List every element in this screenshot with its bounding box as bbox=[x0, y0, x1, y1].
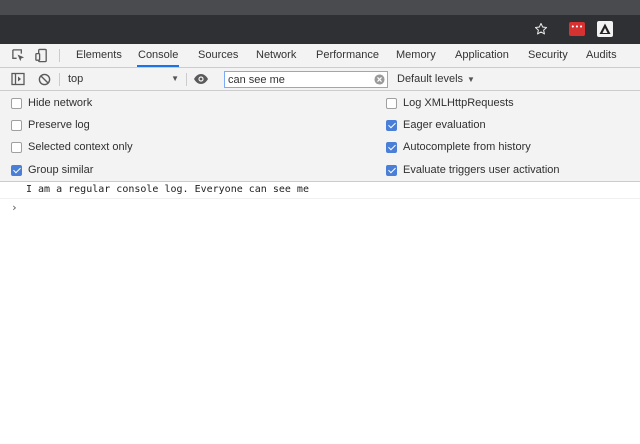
clear-filter-icon[interactable] bbox=[374, 74, 385, 85]
password-manager-icon[interactable]: ••• bbox=[568, 20, 586, 38]
setting-label: Group similar bbox=[28, 164, 94, 176]
tab-console[interactable]: Console bbox=[137, 44, 180, 67]
prompt-chevron-icon: › bbox=[11, 201, 18, 214]
setting-hide-network[interactable]: Hide network bbox=[11, 95, 92, 111]
preserve-log-checkbox[interactable] bbox=[11, 119, 22, 131]
tab-sources[interactable]: Sources bbox=[197, 44, 239, 67]
group-similar-checkbox[interactable] bbox=[11, 164, 22, 176]
console-prompt[interactable]: › bbox=[0, 200, 640, 217]
setting-label: Preserve log bbox=[28, 119, 90, 131]
triangle-logo-icon[interactable] bbox=[596, 20, 614, 38]
filter-input[interactable] bbox=[228, 72, 372, 87]
console-settings-panel: Hide network Preserve log Selected conte… bbox=[0, 91, 640, 182]
tab-memory[interactable]: Memory bbox=[395, 44, 437, 67]
eye-icon[interactable] bbox=[193, 71, 209, 87]
autocomplete-from-history-checkbox[interactable] bbox=[386, 141, 397, 153]
clear-console-icon[interactable] bbox=[36, 71, 52, 87]
devtools-tabbar: Elements Console Sources Network Perform… bbox=[0, 44, 640, 68]
setting-autocomplete-from-history[interactable]: Autocomplete from history bbox=[386, 139, 531, 155]
tab-network[interactable]: Network bbox=[255, 44, 297, 67]
log-xmlhttprequests-checkbox[interactable] bbox=[386, 97, 397, 109]
setting-evaluate-triggers-user-activation[interactable]: Evaluate triggers user activation bbox=[386, 162, 560, 178]
log-levels-select[interactable]: Default levels ▼ bbox=[397, 70, 475, 88]
extension-badge-text: ••• bbox=[570, 23, 584, 31]
log-levels-value: Default levels bbox=[397, 73, 464, 85]
selected-context-only-checkbox[interactable] bbox=[11, 141, 22, 153]
caret-down-icon: ▼ bbox=[171, 74, 179, 83]
toolbar-divider bbox=[186, 73, 187, 86]
setting-label: Evaluate triggers user activation bbox=[403, 164, 560, 176]
context-select-value: top bbox=[68, 73, 84, 85]
setting-label: Hide network bbox=[28, 97, 93, 109]
tab-application[interactable]: Application bbox=[454, 44, 510, 67]
inspect-element-icon[interactable] bbox=[10, 47, 26, 63]
caret-down-icon: ▼ bbox=[467, 75, 475, 84]
toolbar-divider bbox=[59, 73, 60, 86]
setting-group-similar[interactable]: Group similar bbox=[11, 162, 93, 178]
hide-network-checkbox[interactable] bbox=[11, 97, 22, 109]
tab-divider bbox=[59, 49, 60, 62]
star-icon[interactable] bbox=[532, 20, 550, 38]
browser-tab-strip bbox=[0, 0, 640, 15]
context-select[interactable]: top ▼ bbox=[65, 70, 183, 88]
tab-audits[interactable]: Audits bbox=[585, 44, 618, 67]
tab-performance[interactable]: Performance bbox=[315, 44, 380, 67]
setting-eager-evaluation[interactable]: Eager evaluation bbox=[386, 117, 486, 133]
evaluate-triggers-user-activation-checkbox[interactable] bbox=[386, 164, 397, 176]
browser-toolbar: ••• bbox=[0, 15, 640, 44]
setting-preserve-log[interactable]: Preserve log bbox=[11, 117, 90, 133]
tab-elements[interactable]: Elements bbox=[75, 44, 123, 67]
console-message-row: I am a regular console log. Everyone can… bbox=[0, 182, 640, 199]
setting-label: Log XMLHttpRequests bbox=[403, 97, 514, 109]
setting-label: Eager evaluation bbox=[403, 119, 486, 131]
tab-security[interactable]: Security bbox=[527, 44, 569, 67]
eager-evaluation-checkbox[interactable] bbox=[386, 119, 397, 131]
setting-label: Autocomplete from history bbox=[403, 141, 531, 153]
setting-label: Selected context only bbox=[28, 141, 133, 153]
setting-selected-context-only[interactable]: Selected context only bbox=[11, 139, 133, 155]
console-toolbar: top ▼ Default levels▼ bbox=[0, 68, 640, 91]
console-messages[interactable]: I am a regular console log. Everyone can… bbox=[0, 182, 640, 444]
setting-log-xmlhttprequests[interactable]: Log XMLHttpRequests bbox=[386, 95, 514, 111]
filter-box bbox=[224, 71, 388, 88]
sidebar-toggle-icon[interactable] bbox=[10, 71, 26, 87]
device-toolbar-icon[interactable] bbox=[33, 47, 49, 63]
console-message-text: I am a regular console log. Everyone can… bbox=[26, 184, 309, 195]
